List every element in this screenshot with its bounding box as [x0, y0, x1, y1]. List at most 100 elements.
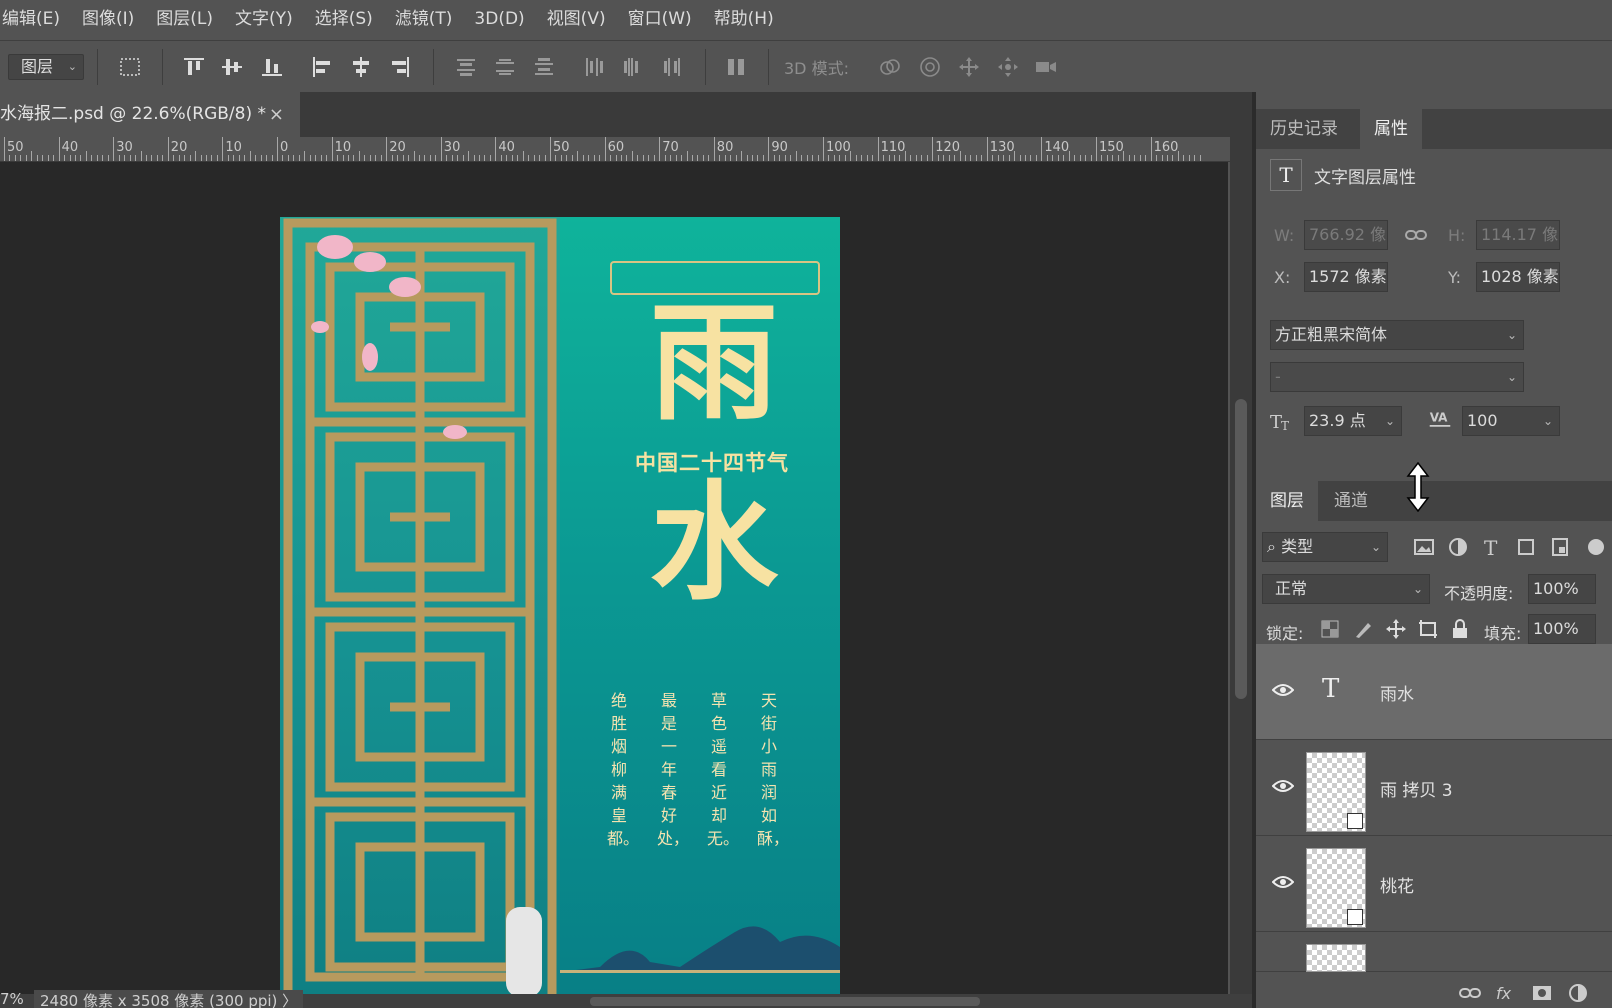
ruler-minor-tick	[457, 155, 459, 161]
distribute-bottom-icon[interactable]	[532, 55, 556, 79]
menu-type[interactable]: 文字(Y)	[223, 0, 303, 38]
distribute-right-icon[interactable]	[660, 55, 684, 79]
visibility-eye-icon[interactable]	[1271, 682, 1295, 698]
ruler-minor-tick	[899, 155, 901, 161]
distribute-top-icon[interactable]	[454, 55, 478, 79]
filter-type-icon[interactable]: T	[1480, 535, 1504, 559]
menu-layer[interactable]: 图层(L)	[144, 0, 223, 38]
ruler-minor-tick	[1063, 155, 1065, 161]
tab-layers[interactable]: 图层	[1256, 481, 1318, 521]
y-position-field[interactable]: 1028 像素	[1476, 262, 1560, 292]
roll-3d-icon[interactable]	[918, 55, 942, 79]
scrollbar-thumb[interactable]	[1235, 399, 1247, 699]
menu-3d[interactable]: 3D(D)	[462, 0, 534, 38]
ruler-minor-tick	[686, 151, 688, 161]
ruler-minor-tick	[670, 155, 672, 161]
distribute-left-icon[interactable]	[582, 55, 606, 79]
distribute-spacing-icon[interactable]	[724, 55, 748, 79]
menu-edit[interactable]: 编辑(E)	[0, 0, 70, 38]
pan-3d-icon[interactable]	[957, 55, 981, 79]
menu-filter[interactable]: 滤镜(T)	[383, 0, 463, 38]
filter-shape-icon[interactable]	[1514, 535, 1538, 559]
slide-3d-icon[interactable]	[996, 55, 1020, 79]
zoom-level[interactable]: 7%	[0, 990, 24, 1008]
font-size-field[interactable]: 23.9 点 ⌄	[1304, 406, 1402, 436]
ruler-label: 130	[989, 140, 1015, 155]
height-field[interactable]: 114.17 像素	[1476, 220, 1560, 250]
align-vcenter-icon[interactable]	[220, 55, 244, 79]
adjustment-layer-icon[interactable]	[1566, 981, 1590, 1005]
align-bottom-icon[interactable]	[260, 55, 284, 79]
menu-help[interactable]: 帮助(H)	[702, 0, 784, 38]
lock-transparent-icon[interactable]	[1318, 617, 1342, 641]
tracking-icon: VA	[1428, 407, 1456, 431]
fill-field[interactable]: 100%	[1528, 614, 1596, 644]
filter-smart-object-icon[interactable]	[1548, 535, 1572, 559]
align-right-icon[interactable]	[388, 55, 412, 79]
menu-select[interactable]: 选择(S)	[303, 0, 383, 38]
layer-row-text[interactable]: T 雨水	[1256, 644, 1612, 740]
document-tab[interactable]: 水海报二.psd @ 22.6%(RGB/8) * ×	[0, 92, 300, 137]
tab-channels[interactable]: 通道	[1320, 481, 1382, 521]
add-mask-icon[interactable]	[1530, 981, 1554, 1005]
font-family-dropdown[interactable]: 方正粗黑宋简体 ⌄	[1270, 320, 1524, 350]
visibility-eye-icon[interactable]	[1271, 778, 1295, 794]
lock-position-icon[interactable]	[1384, 617, 1408, 641]
ruler-minor-tick	[708, 155, 710, 161]
transform-controls-icon[interactable]	[118, 55, 142, 79]
ruler-minor-tick	[883, 155, 885, 161]
opacity-field[interactable]: 100%	[1528, 574, 1596, 604]
auto-select-target-dropdown[interactable]: 图层 ⌄	[8, 54, 84, 80]
menu-image[interactable]: 图像(I)	[70, 0, 144, 38]
filter-toggle-icon[interactable]	[1584, 535, 1608, 559]
link-icon[interactable]	[1404, 223, 1428, 247]
layer-filter-dropdown[interactable]: ⌕ 类型 ⌄	[1262, 532, 1388, 562]
orbit-3d-icon[interactable]	[878, 55, 902, 79]
canvas-vertical-scrollbar[interactable]	[1230, 137, 1252, 994]
tab-history[interactable]: 历史记录	[1256, 109, 1352, 149]
ruler-minor-tick	[402, 155, 404, 161]
ruler-label: 160	[1153, 140, 1179, 155]
align-top-icon[interactable]	[182, 55, 206, 79]
document-size-info[interactable]: 2480 像素 x 3508 像素 (300 ppi) 〉	[34, 990, 304, 1008]
ruler-minor-tick	[571, 155, 573, 161]
link-layers-icon[interactable]	[1458, 981, 1482, 1005]
ruler-major-tick	[768, 137, 770, 161]
ruler-minor-tick	[304, 151, 306, 161]
horizontal-scrollbar-thumb[interactable]	[590, 997, 980, 1006]
ruler-minor-tick	[462, 155, 464, 161]
lock-pixels-icon[interactable]	[1352, 617, 1376, 641]
layer-row-smart[interactable]: 雨 拷贝 3	[1256, 740, 1612, 836]
ruler-label: 60	[607, 140, 625, 155]
tracking-field[interactable]: 100 ⌄	[1462, 406, 1560, 436]
distribute-vcenter-icon[interactable]	[493, 55, 517, 79]
align-left-icon[interactable]	[310, 55, 334, 79]
layer-row-smart[interactable]: 桃花	[1256, 836, 1612, 932]
document-title: 水海报二.psd @ 22.6%(RGB/8) *	[0, 104, 267, 124]
lock-artboard-icon[interactable]	[1416, 617, 1440, 641]
menu-view[interactable]: 视图(V)	[535, 0, 616, 38]
ruler-minor-tick	[730, 155, 732, 161]
layer-name: 雨水	[1380, 685, 1414, 705]
layer-row-partial[interactable]	[1256, 932, 1612, 972]
ruler-minor-tick	[937, 155, 939, 161]
filter-adjustment-icon[interactable]	[1446, 535, 1470, 559]
x-position-field[interactable]: 1572 像素	[1304, 262, 1388, 292]
align-hcenter-icon[interactable]	[349, 55, 373, 79]
close-tab-icon[interactable]: ×	[269, 92, 284, 137]
video-camera-icon[interactable]	[1034, 55, 1058, 79]
lock-all-icon[interactable]	[1448, 617, 1472, 641]
menu-window[interactable]: 窗口(W)	[616, 0, 702, 38]
ruler-minor-tick	[342, 155, 344, 161]
font-style-dropdown[interactable]: - ⌄	[1270, 362, 1524, 392]
visibility-eye-icon[interactable]	[1271, 874, 1295, 890]
distribute-hcenter-icon[interactable]	[620, 55, 644, 79]
tab-properties[interactable]: 属性	[1360, 109, 1422, 149]
fx-icon[interactable]: fx	[1494, 981, 1518, 1005]
ruler-major-tick	[932, 137, 934, 161]
filter-pixel-icon[interactable]	[1412, 535, 1436, 559]
canvas-area[interactable]: 雨 中国二十四节气 水 天街小雨润如酥， 草色遥看近却无。 最是一年春好处， 绝…	[0, 162, 1228, 994]
width-field[interactable]: 766.92 像素	[1304, 220, 1388, 250]
ruler-minor-tick	[364, 155, 366, 161]
blend-mode-dropdown[interactable]: 正常 ⌄	[1262, 574, 1430, 604]
